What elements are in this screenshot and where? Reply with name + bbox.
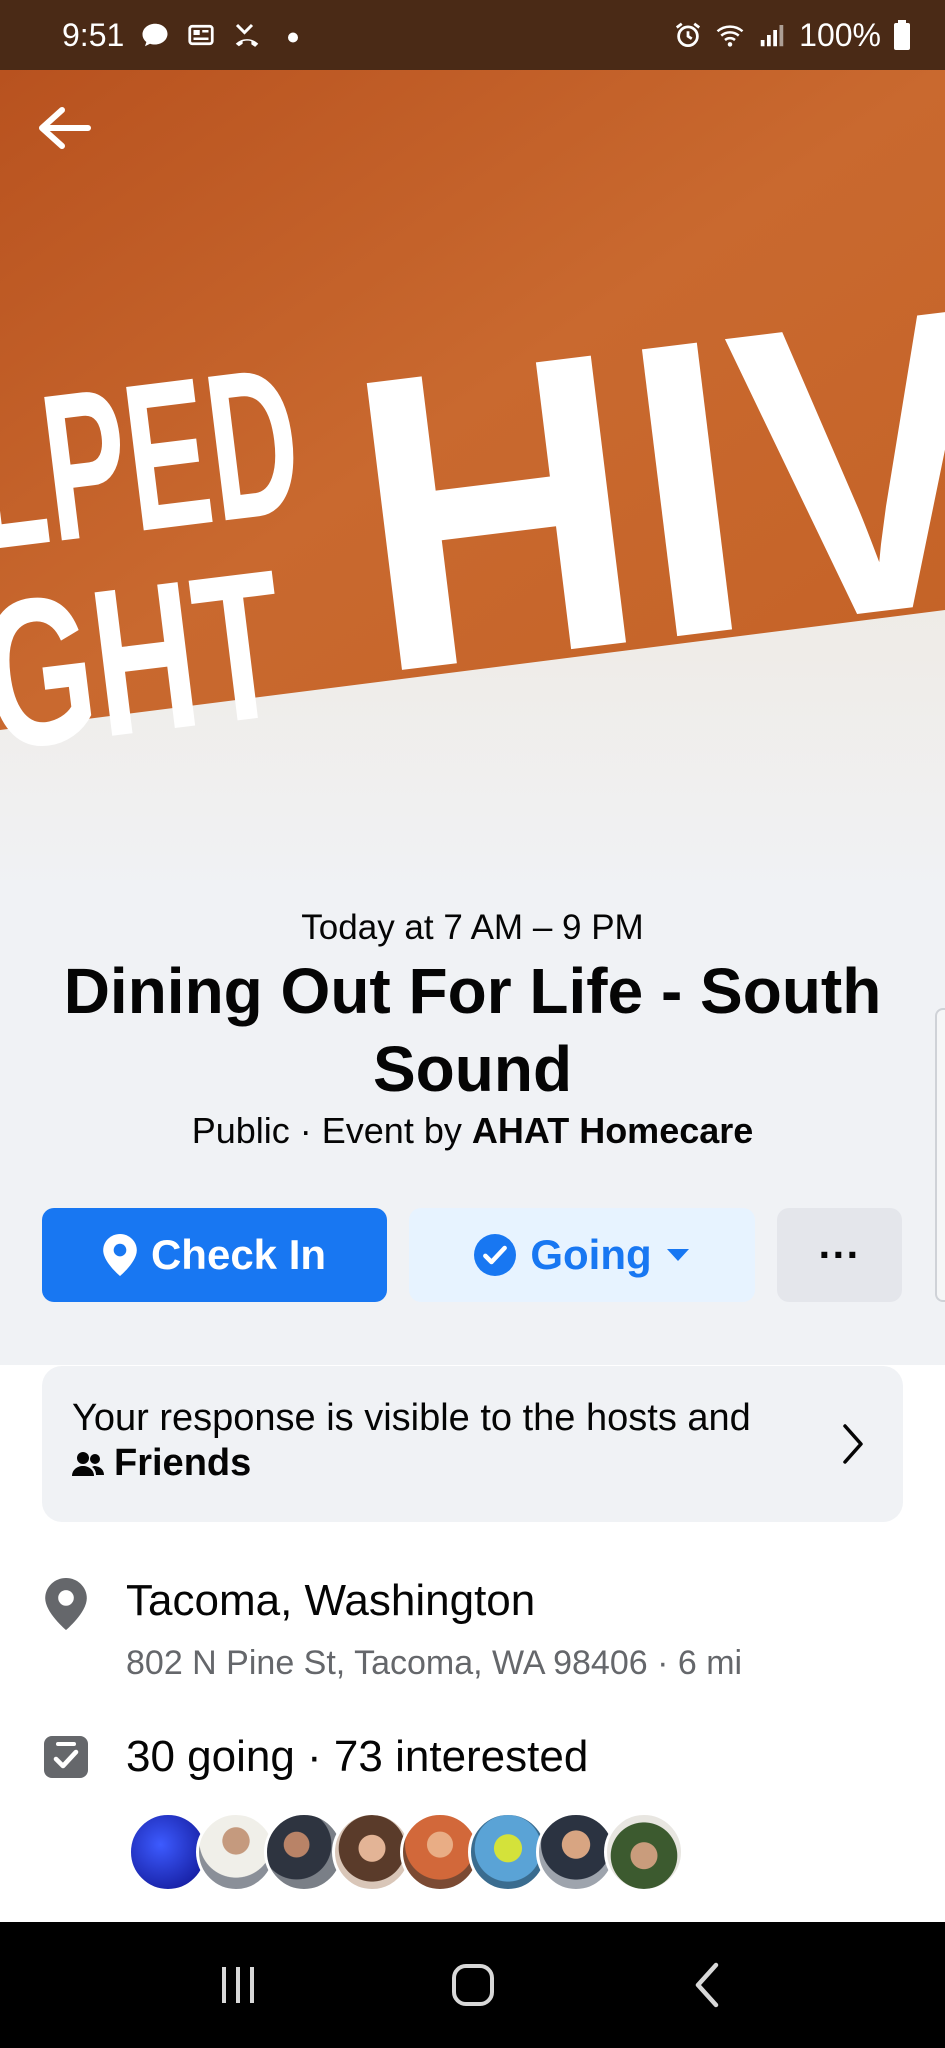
status-left: 9:51 bbox=[62, 17, 308, 54]
checkmark-circle-icon bbox=[474, 1234, 517, 1276]
more-options-button[interactable]: ··· bbox=[777, 1208, 902, 1302]
friends-icon bbox=[72, 1451, 104, 1476]
event-actions: Check In Going ··· bbox=[42, 1208, 902, 1302]
news-icon bbox=[188, 24, 214, 46]
home-icon bbox=[451, 1964, 494, 2006]
back-button[interactable] bbox=[32, 96, 96, 160]
event-meta: Public · Event by AHAT Homecare bbox=[0, 1110, 945, 1152]
event-attendance[interactable]: 30 going · 73 interested bbox=[42, 1728, 902, 1898]
cover-text-ght: GHT bbox=[0, 525, 296, 795]
response-audience: Friends bbox=[72, 1442, 873, 1485]
location-name: Tacoma, Washington bbox=[126, 1576, 536, 1625]
alarm-icon bbox=[676, 22, 701, 47]
side-scroll-handle[interactable] bbox=[935, 1008, 945, 1302]
attendance-summary: 30 going · 73 interested bbox=[126, 1732, 589, 1781]
response-visibility-text: Your response is visible to the hosts an… bbox=[72, 1397, 751, 1439]
wifi-icon bbox=[716, 25, 744, 47]
battery-icon bbox=[894, 20, 910, 50]
map-pin-icon bbox=[103, 1234, 137, 1276]
cover-text-hiv: HIV bbox=[330, 219, 945, 763]
attendee-avatars[interactable] bbox=[128, 1812, 684, 1892]
status-right: 100% bbox=[673, 17, 911, 54]
going-button[interactable]: Going bbox=[409, 1208, 755, 1302]
event-time: Today at 7 AM – 9 PM bbox=[301, 908, 644, 947]
event-privacy: Public bbox=[191, 1110, 290, 1151]
calendar-check-icon bbox=[44, 1736, 88, 1778]
battery-percent: 100% bbox=[799, 16, 881, 53]
system-back-icon bbox=[695, 1962, 718, 2008]
location-address: 802 N Pine St, Tacoma, WA 98406 · 6 mi bbox=[126, 1644, 743, 1682]
response-audience-label: Friends bbox=[114, 1442, 252, 1484]
event-cover-image[interactable]: LPED GHT HIV bbox=[0, 70, 945, 900]
status-bar: 9:51 100% bbox=[0, 0, 945, 70]
event-header: Today at 7 AM – 9 PM Dining Out For Life… bbox=[0, 880, 945, 1365]
event-host-link[interactable]: AHAT Homecare bbox=[472, 1110, 753, 1151]
response-visibility-card[interactable]: Your response is visible to the hosts an… bbox=[42, 1366, 903, 1522]
chat-icon bbox=[142, 23, 168, 47]
dot-icon bbox=[288, 32, 299, 43]
signal-icon bbox=[760, 25, 784, 47]
home-button[interactable] bbox=[438, 1950, 508, 2020]
missed-call-icon bbox=[236, 23, 259, 47]
recent-apps-icon bbox=[221, 1967, 254, 2003]
cover-artwork: LPED GHT HIV bbox=[0, 70, 945, 900]
attendee-avatar bbox=[604, 1812, 684, 1892]
recent-apps-button[interactable] bbox=[203, 1950, 273, 2020]
event-by-label: Event by bbox=[321, 1110, 462, 1151]
event-title: Dining Out For Life - South Sound bbox=[63, 955, 882, 1105]
chevron-right-icon bbox=[843, 1424, 863, 1464]
status-time: 9:51 bbox=[62, 16, 125, 53]
check-in-label: Check In bbox=[150, 1231, 327, 1278]
event-location[interactable]: Tacoma, Washington 802 N Pine St, Tacoma… bbox=[42, 1572, 902, 1692]
more-options-icon: ··· bbox=[818, 1231, 861, 1278]
meta-separator: · bbox=[289, 1110, 322, 1151]
going-label: Going bbox=[530, 1231, 652, 1278]
system-nav-bar bbox=[0, 1922, 945, 2048]
location-pin-icon bbox=[45, 1578, 87, 1630]
caret-down-icon bbox=[666, 1249, 689, 1261]
back-arrow-icon bbox=[39, 107, 91, 149]
check-in-button[interactable]: Check In bbox=[42, 1208, 387, 1302]
system-back-button[interactable] bbox=[673, 1950, 743, 2020]
